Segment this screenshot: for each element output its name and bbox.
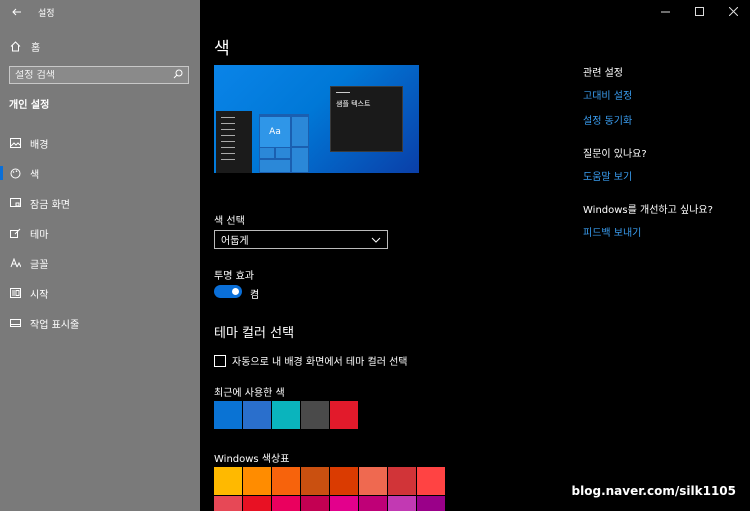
page-title: 색 [214, 39, 230, 59]
color-swatch[interactable] [243, 496, 271, 511]
transparency-toggle[interactable] [214, 285, 242, 298]
color-swatch[interactable] [214, 467, 242, 495]
arrow-left-icon [12, 8, 21, 16]
app-title: 설정 [38, 8, 55, 19]
palette-icon [9, 167, 21, 179]
color-mode-dropdown[interactable]: 어둡게 [214, 230, 388, 249]
color-swatch[interactable] [301, 401, 329, 429]
palette-label: Windows 색상표 [214, 454, 290, 465]
minimize-button[interactable] [648, 0, 682, 22]
color-swatch[interactable] [243, 467, 271, 495]
recent-colors-label: 최근에 사용한 색 [214, 388, 285, 399]
color-swatch[interactable] [388, 467, 416, 495]
sidebar-item-label: 색 [30, 169, 40, 181]
auto-color-label: 자동으로 내 배경 화면에서 테마 컬러 선택 [232, 357, 408, 368]
color-swatch[interactable] [330, 496, 358, 511]
sidebar-item-label: 시작 [30, 289, 49, 301]
back-button[interactable] [10, 5, 24, 19]
auto-color-checkbox[interactable] [214, 354, 226, 367]
color-swatch[interactable] [359, 496, 387, 511]
color-swatch[interactable] [388, 496, 416, 511]
window-controls [648, 0, 750, 22]
sidebar-item-taskbar[interactable]: 작업 표시줄 [0, 308, 200, 338]
search-icon[interactable] [173, 69, 183, 82]
sidebar-item-fonts[interactable]: 글꼴 [0, 248, 200, 278]
color-swatch[interactable] [214, 401, 242, 429]
watermark: blog.naver.com/silk1105 [571, 484, 736, 498]
transparency-state: 켬 [250, 290, 260, 301]
sidebar-item-colors[interactable]: 색 [0, 158, 200, 188]
titlebar-left: 설정 [0, 0, 200, 24]
start-menu-icon [9, 287, 21, 299]
question-heading: 질문이 있나요? [583, 149, 647, 160]
sidebar-item-label: 테마 [30, 229, 49, 241]
sidebar-item-label: 배경 [30, 139, 49, 151]
minimize-icon [660, 11, 670, 12]
feedback-link[interactable]: 피드백 보내기 [583, 224, 743, 239]
palette-row [214, 467, 445, 495]
color-swatch[interactable] [417, 467, 445, 495]
maximize-icon [694, 6, 704, 16]
close-button[interactable] [716, 0, 750, 22]
sidebar-item-themes[interactable]: 테마 [0, 218, 200, 248]
related-heading: 관련 설정 [583, 68, 623, 79]
sidebar-item-label: 잠금 화면 [30, 199, 70, 211]
color-swatch[interactable] [301, 496, 329, 511]
transparency-label: 투명 효과 [214, 271, 254, 282]
main-content: 색 Aa 샘플 텍스트 색 선택 어둡게 투명 효과 켬 테마 컬러 선택 자동… [200, 0, 750, 511]
search-box [9, 66, 189, 84]
color-swatch[interactable] [243, 401, 271, 429]
search-input[interactable] [15, 69, 165, 81]
sidebar-item-home[interactable]: 홈 [0, 34, 200, 58]
recent-colors-row [214, 401, 358, 429]
theme-preview: Aa 샘플 텍스트 [214, 65, 419, 173]
sidebar-item-label: 홈 [31, 42, 41, 54]
improve-heading: Windows를 개선하고 싶나요? [583, 205, 713, 216]
palette-row [214, 496, 445, 511]
auto-color-row: 자동으로 내 배경 화면에서 테마 컬러 선택 [214, 353, 407, 368]
color-swatch[interactable] [301, 467, 329, 495]
color-swatch[interactable] [272, 496, 300, 511]
color-swatch[interactable] [330, 467, 358, 495]
toggle-knob [232, 288, 239, 295]
preview-sample-text: 샘플 텍스트 [336, 100, 371, 108]
preview-tile-text: Aa [260, 117, 290, 147]
color-swatch[interactable] [417, 496, 445, 511]
section-title: 개인 설정 [9, 100, 50, 111]
sidebar-item-label: 작업 표시줄 [30, 319, 80, 331]
color-swatch[interactable] [214, 496, 242, 511]
help-link[interactable]: 도움말 보기 [583, 168, 743, 183]
maximize-button[interactable] [682, 0, 716, 22]
home-icon [9, 40, 21, 52]
high-contrast-link[interactable]: 고대비 설정 [583, 87, 743, 102]
sync-settings-link[interactable]: 설정 동기화 [583, 112, 743, 127]
close-icon [728, 6, 738, 16]
preview-window: 샘플 텍스트 [330, 86, 403, 152]
sidebar-item-lock-screen[interactable]: 잠금 화면 [0, 188, 200, 218]
taskbar-icon [9, 317, 21, 329]
theme-color-heading: 테마 컬러 선택 [214, 326, 295, 341]
font-icon [9, 257, 21, 269]
sidebar-item-label: 글꼴 [30, 259, 49, 271]
color-swatch[interactable] [272, 467, 300, 495]
lock-screen-icon [9, 197, 21, 209]
color-swatch[interactable] [359, 467, 387, 495]
color-swatch[interactable] [272, 401, 300, 429]
color-swatch[interactable] [330, 401, 358, 429]
dropdown-value: 어둡게 [221, 236, 249, 247]
related-settings-panel: 관련 설정 고대비 설정 설정 동기화 질문이 있나요? 도움말 보기 Wind… [583, 64, 743, 257]
preview-start-menu [216, 111, 252, 173]
image-icon [9, 137, 21, 149]
nav-list: 배경 색 잠금 화면 테마 글꼴 시작 작업 표시줄 [0, 128, 200, 338]
sidebar-item-start[interactable]: 시작 [0, 278, 200, 308]
theme-brush-icon [9, 227, 21, 239]
sidebar-item-background[interactable]: 배경 [0, 128, 200, 158]
chevron-down-icon [371, 237, 381, 243]
color-select-label: 색 선택 [214, 216, 245, 227]
sidebar: 설정 홈 개인 설정 배경 색 잠금 화면 테마 [0, 0, 200, 511]
